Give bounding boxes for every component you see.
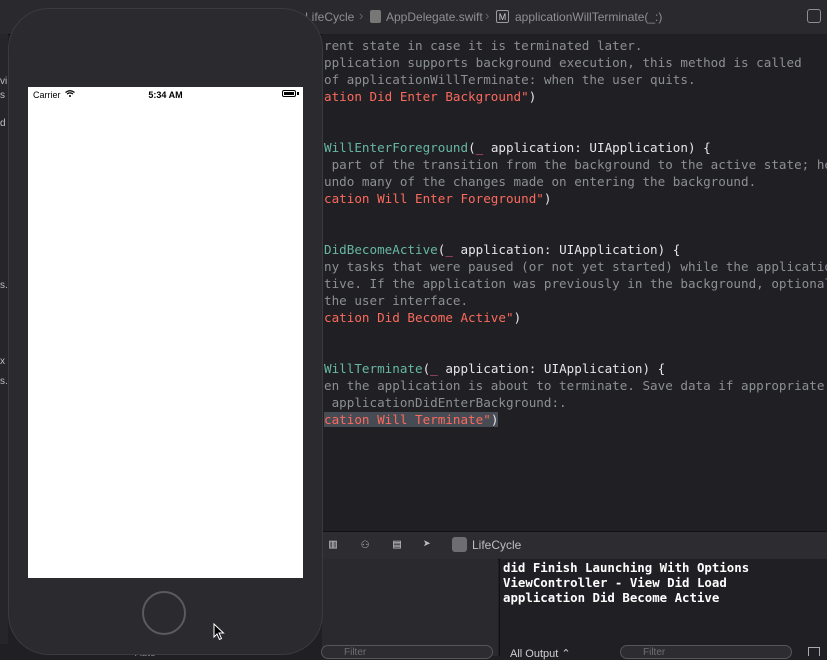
- code-line: WillTerminate(_ application: UIApplicati…: [324, 360, 665, 377]
- code-line: undo many of the changes made on enterin…: [324, 173, 756, 190]
- code-token: ): [543, 191, 552, 206]
- code-token: _: [445, 242, 453, 257]
- navigator-fragment: s: [0, 90, 5, 101]
- console-output: did Finish Launching With Options ViewCo…: [503, 560, 750, 605]
- code-line: WillEnterForeground(_ application: UIApp…: [324, 139, 711, 156]
- code-token: application: UIApplication) {: [437, 361, 666, 376]
- console-pane: did Finish Launching With Options ViewCo…: [499, 559, 827, 656]
- code-token: cation Will Enter Foreground": [324, 191, 544, 206]
- view-debugger-icon[interactable]: ▥: [326, 538, 340, 552]
- code-token: ny tasks that were paused (or not yet st…: [324, 259, 827, 274]
- app-icon: [452, 537, 467, 552]
- code-token: DidBecomeActive: [324, 242, 438, 257]
- simulator-screen[interactable]: Carrier 5:34 AM: [28, 87, 303, 578]
- code-token: ation Did Enter Background": [324, 89, 529, 104]
- code-token: ): [490, 412, 499, 427]
- code-token: tive. If the application was previously …: [324, 276, 827, 291]
- code-token: undo many of the changes made on enterin…: [324, 174, 757, 189]
- code-line: rent state in case it is terminated late…: [324, 37, 642, 54]
- breadcrumb-project[interactable]: LifeCycle: [305, 10, 354, 24]
- code-line: cation Did Become Active"): [324, 309, 521, 326]
- code-editor[interactable]: rent state in case it is terminated late…: [322, 34, 827, 531]
- code-line: the user interface.: [324, 292, 468, 309]
- code-line: cation Will Terminate"): [324, 411, 499, 428]
- add-editor-icon[interactable]: [807, 9, 821, 23]
- code-token: of applicationWillTerminate: when the us…: [324, 72, 696, 87]
- console-filter-field[interactable]: Filter: [620, 645, 792, 659]
- code-token: applicationDidEnterBackground:.: [324, 395, 567, 410]
- code-token: _: [430, 361, 438, 376]
- breadcrumb-file[interactable]: AppDelegate.swift: [386, 10, 483, 24]
- environment-overrides-icon[interactable]: ▤: [390, 538, 404, 552]
- battery-icon: [282, 90, 296, 97]
- code-token: part of the transition from the backgrou…: [324, 157, 827, 172]
- code-token: (: [468, 140, 476, 155]
- code-token: cation Will Terminate": [324, 412, 491, 427]
- debug-bar: ▥ ⚇ ▤ ➤ LifeCycle: [322, 531, 827, 560]
- trash-icon[interactable]: [808, 647, 820, 656]
- status-bar: Carrier 5:34 AM: [28, 87, 303, 103]
- status-time: 5:34 AM: [148, 90, 183, 100]
- code-line: en the application is about to terminate…: [324, 377, 827, 394]
- code-line: DidBecomeActive(_ application: UIApplica…: [324, 241, 680, 258]
- mouse-cursor-icon: [213, 623, 225, 641]
- code-line: ation Did Enter Background"): [324, 88, 536, 105]
- method-icon: M: [496, 10, 509, 23]
- memory-graph-icon[interactable]: ⚇: [358, 538, 372, 552]
- navigator-fragment: s.: [0, 376, 8, 387]
- navigator-fragment: s.: [0, 280, 8, 291]
- code-line: of applicationWillTerminate: when the us…: [324, 71, 696, 88]
- navigator-fragment: vi: [0, 76, 8, 87]
- code-token: application: UIApplication) {: [483, 140, 711, 155]
- chevron-right-icon: ›: [485, 8, 490, 23]
- home-button[interactable]: [142, 591, 186, 635]
- code-token: en the application is about to terminate…: [324, 378, 827, 393]
- chevron-right-icon: ›: [359, 8, 364, 23]
- code-token: application: UIApplication) {: [452, 242, 681, 257]
- navigator-fragment: x: [0, 356, 5, 367]
- code-line: ny tasks that were paused (or not yet st…: [324, 258, 827, 275]
- debug-target-label[interactable]: LifeCycle: [472, 538, 521, 552]
- code-line: applicationDidEnterBackground:.: [324, 394, 567, 411]
- navigator-strip: vi s d s. x s.: [0, 34, 8, 644]
- console-scope-select[interactable]: All Output ⌃: [510, 647, 571, 660]
- code-line: part of the transition from the backgrou…: [324, 156, 827, 173]
- code-line: cation Will Enter Foreground"): [324, 190, 551, 207]
- simulate-location-icon[interactable]: ➤: [420, 538, 434, 552]
- code-token: the user interface.: [324, 293, 469, 308]
- swift-file-icon: [370, 10, 381, 23]
- variables-filter-field[interactable]: Filter: [321, 645, 493, 659]
- variables-pane: [322, 559, 498, 656]
- code-line: tive. If the application was previously …: [324, 275, 827, 292]
- code-token: WillEnterForeground: [324, 140, 469, 155]
- code-token: cation Did Become Active": [324, 310, 514, 325]
- battery-tip: [297, 92, 299, 95]
- code-token: WillTerminate: [324, 361, 423, 376]
- code-line: pplication supports background execution…: [324, 54, 802, 71]
- code-token: ): [513, 310, 522, 325]
- code-token: pplication supports background execution…: [324, 55, 802, 70]
- code-token: rent state in case it is terminated late…: [324, 38, 643, 53]
- code-token: ): [528, 89, 537, 104]
- navigator-fragment: d: [0, 118, 6, 129]
- breadcrumb-method[interactable]: applicationWillTerminate(_:): [515, 10, 662, 24]
